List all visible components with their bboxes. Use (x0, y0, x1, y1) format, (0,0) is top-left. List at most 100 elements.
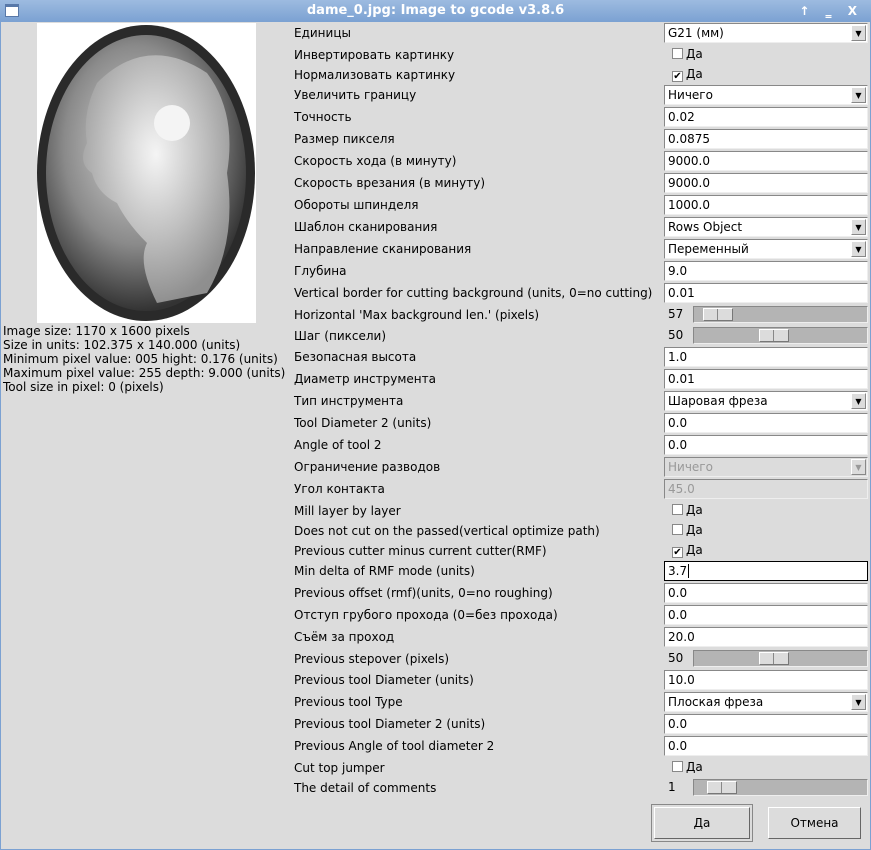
text-input[interactable]: 0.0 (664, 413, 868, 433)
text-input[interactable]: 3.7 (664, 561, 868, 581)
text-input[interactable]: 20.0 (664, 627, 868, 647)
form-row: Previous tool Type Плоская фреза ▼ (294, 691, 868, 713)
field-label: Tool Diameter 2 (units) (294, 416, 432, 430)
chevron-down-icon[interactable]: ▼ (851, 393, 866, 409)
form-row: Скорость врезания (в минуту) 9000.0 (294, 172, 868, 194)
dropdown[interactable]: Шаровая фреза ▼ (664, 391, 868, 411)
chevron-down-icon[interactable]: ▼ (851, 694, 866, 710)
form-row: Отступ грубого прохода (0=без прохода) 0.… (294, 604, 868, 626)
checkbox-box[interactable]: ✔ (672, 71, 683, 82)
chevron-down-icon[interactable]: ▼ (851, 241, 866, 257)
info-size-units: Size in units: 102.375 x 140.000 (units) (3, 338, 241, 352)
title-bar: dame_0.jpg: Image to gcode v3.8.6 ↑ ‗ X (0, 0, 871, 22)
image-preview (37, 23, 256, 323)
text-input[interactable]: 0.01 (664, 369, 868, 389)
field-label: Размер пикселя (294, 132, 395, 146)
checkbox-box[interactable] (672, 524, 683, 535)
form-row: Скорость хода (в минуту) 9000.0 (294, 150, 868, 172)
field-label: Previous cutter minus current cutter(RMF… (294, 544, 547, 558)
text-input[interactable]: 0.0 (664, 714, 868, 734)
text-input[interactable]: 0.0 (664, 736, 868, 756)
form-row: Does not cut on the passed(vertical opti… (294, 520, 868, 540)
text-input[interactable]: 10.0 (664, 670, 868, 690)
field-label: Angle of tool 2 (294, 438, 382, 452)
checkbox[interactable]: Да (672, 47, 703, 61)
field-label: Mill layer by layer (294, 504, 401, 518)
text-input[interactable]: 0.0 (664, 605, 868, 625)
form-row: Tool Diameter 2 (units) 0.0 (294, 412, 868, 434)
form-row: Previous cutter minus current cutter(RMF… (294, 540, 868, 560)
field-label: Глубина (294, 264, 347, 278)
text-input[interactable]: 0.0875 (664, 129, 868, 149)
slider-thumb[interactable] (707, 781, 738, 794)
form-row: Диаметр инструмента 0.01 (294, 368, 868, 390)
slider-thumb[interactable] (703, 308, 734, 321)
checkbox-box[interactable] (672, 504, 683, 515)
field-label: Безопасная высота (294, 350, 417, 364)
text-input[interactable]: 9.0 (664, 261, 868, 281)
form-row: Размер пикселя 0.0875 (294, 128, 868, 150)
dropdown[interactable]: Плоская фреза ▼ (664, 692, 868, 712)
window-controls[interactable]: ↑ ‗ X (799, 0, 863, 22)
ok-button[interactable]: Да (651, 804, 753, 842)
info-max-pixel: Maximum pixel value: 255 depth: 9.000 (u… (3, 366, 286, 380)
slider-thumb[interactable] (759, 329, 790, 342)
cameo-image (37, 25, 255, 321)
window-menu-icon[interactable] (5, 4, 19, 17)
dropdown[interactable]: Rows Object ▼ (664, 217, 868, 237)
field-label: The detail of comments (294, 781, 437, 795)
checkbox[interactable]: ✔ Да (672, 67, 703, 82)
text-input[interactable]: 1000.0 (664, 195, 868, 215)
checkbox[interactable]: Да (672, 760, 703, 774)
chevron-down-icon[interactable]: ▼ (851, 87, 866, 103)
field-label: Отступ грубого прохода (0=без прохода) (294, 608, 558, 622)
checkbox[interactable]: Да (672, 503, 703, 517)
checkbox[interactable]: Да (672, 523, 703, 537)
chevron-down-icon[interactable]: ▼ (851, 219, 866, 235)
slider[interactable] (693, 779, 868, 796)
chevron-down-icon[interactable]: ▼ (851, 25, 866, 41)
text-input[interactable]: 0.02 (664, 107, 868, 127)
chevron-down-icon: ▼ (851, 459, 866, 475)
slider[interactable] (693, 650, 868, 667)
checkbox-box[interactable]: ✔ (672, 547, 683, 558)
field-label: Увеличить границу (294, 88, 417, 102)
dropdown[interactable]: Переменный ▼ (664, 239, 868, 259)
window-title: dame_0.jpg: Image to gcode v3.8.6 (306, 3, 565, 18)
text-input[interactable]: 0.01 (664, 283, 868, 303)
form-row: Глубина 9.0 (294, 260, 868, 282)
field-label: Previous Angle of tool diameter 2 (294, 739, 495, 753)
cancel-button[interactable]: Отмена (768, 807, 861, 839)
text-input[interactable]: 0.0 (664, 435, 868, 455)
field-label: Угол контакта (294, 482, 385, 496)
form-row: Направление сканирования Переменный ▼ (294, 238, 868, 260)
field-label: Единицы (294, 26, 351, 40)
dropdown[interactable]: G21 (мм) ▼ (664, 23, 868, 43)
checkbox-box[interactable] (672, 761, 683, 772)
field-label: Обороты шпинделя (294, 198, 419, 212)
checkbox-box[interactable] (672, 48, 683, 59)
form-row: Шаблон сканирования Rows Object ▼ (294, 216, 868, 238)
form-row: Тип инструмента Шаровая фреза ▼ (294, 390, 868, 412)
text-input[interactable]: 9000.0 (664, 151, 868, 171)
slider[interactable] (693, 306, 868, 323)
image-info: Image size: 1170 x 1600 pixels Size in u… (3, 324, 285, 394)
text-input[interactable]: 9000.0 (664, 173, 868, 193)
form-row: Cut top jumper Да (294, 757, 868, 777)
text-input[interactable]: 1.0 (664, 347, 868, 367)
info-min-pixel: Minimum pixel value: 005 hight: 0.176 (u… (3, 352, 278, 366)
form-row: Обороты шпинделя 1000.0 (294, 194, 868, 216)
dropdown[interactable]: Ничего ▼ (664, 85, 868, 105)
checkbox[interactable]: ✔ Да (672, 543, 703, 558)
form-row: Угол контакта 45.0 (294, 478, 868, 500)
slider-value: 57 (668, 307, 684, 321)
form-row: Mill layer by layer Да (294, 500, 868, 520)
field-label: Cut top jumper (294, 761, 385, 775)
form-row: The detail of comments 1 (294, 777, 868, 798)
text-input[interactable]: 0.0 (664, 583, 868, 603)
field-label: Инвертировать картинку (294, 48, 455, 62)
slider[interactable] (693, 327, 868, 344)
form-row: Vertical border for cutting background (… (294, 282, 868, 304)
form-row: Безопасная высота 1.0 (294, 346, 868, 368)
slider-thumb[interactable] (759, 652, 790, 665)
